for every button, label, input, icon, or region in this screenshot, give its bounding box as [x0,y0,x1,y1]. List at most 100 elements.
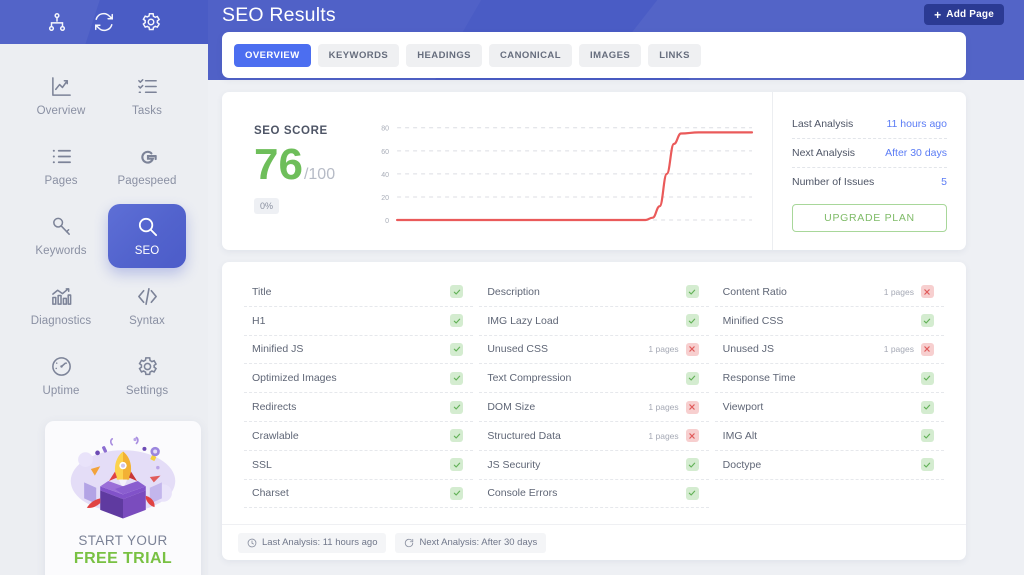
check-label: Crawlable [252,429,299,442]
sidebar-item-label: Syntax [129,315,165,327]
checklist-icon [136,75,159,98]
check-label: Text Compression [487,372,572,385]
sitemap-icon[interactable] [46,11,68,33]
check-row[interactable]: DOM Size 1 pages [479,393,709,422]
gear-icon [136,355,159,378]
check-label: SSL [252,458,272,471]
refresh-icon[interactable] [93,11,115,33]
check-row[interactable]: Redirects [244,393,474,422]
sidebar-item-keywords[interactable]: Keywords [22,204,100,268]
analysis-value: 11 hours ago [886,118,947,130]
gear-icon[interactable] [140,11,162,33]
clock-icon [247,538,257,548]
svg-text:80: 80 [381,126,389,133]
check-row[interactable]: Optimized Images [244,364,474,394]
sidebar-nav: Overview Tasks Pages Pagespeed Keywords … [0,44,208,408]
check-row[interactable]: Text Compression [479,364,709,394]
check-pass-icon [685,458,699,472]
check-row[interactable]: Minified CSS [714,307,944,336]
check-row[interactable]: IMG Alt [714,422,944,451]
check-row[interactable]: Unused JS 1 pages [714,336,944,365]
sidebar-item-settings[interactable]: Settings [108,344,186,408]
seo-score-chart: 0 20 40 60 80 [357,92,772,250]
trial-line-2: FREE TRIAL [73,550,173,567]
free-trial-promo-card[interactable]: START YOUR FREE TRIAL [45,421,201,575]
check-label: Title [252,285,272,298]
app-root: Overview Tasks Pages Pagespeed Keywords … [0,0,1024,575]
key-icon [50,215,73,238]
checks-column-3: Content Ratio 1 pages Minified CSS Unused J… [714,278,944,520]
check-label: Optimized Images [252,372,337,385]
google-g-icon [136,145,159,168]
check-row[interactable]: Console Errors [479,480,709,509]
check-label: Minified CSS [722,314,784,327]
check-label: IMG Lazy Load [487,314,559,327]
check-pages-count: 1 pages [648,344,679,355]
sidebar-item-pages[interactable]: Pages [22,134,100,198]
check-row[interactable]: Crawlable [244,422,474,451]
check-row[interactable]: Response Time [714,364,944,394]
score-block: SEO SCORE 76 /100 0% [222,92,357,250]
check-pass-icon [450,285,464,299]
check-fail-icon [685,342,699,356]
check-row[interactable]: Charset [244,480,474,509]
svg-text:0: 0 [385,218,389,224]
check-label: JS Security [487,458,541,471]
sidebar-item-pagespeed[interactable]: Pagespeed [108,134,186,198]
sidebar-top-bar [0,0,208,44]
sidebar-item-diagnostics[interactable]: Diagnostics [22,274,100,338]
check-pass-icon [685,314,699,328]
check-row[interactable]: JS Security [479,451,709,480]
sidebar-item-overview[interactable]: Overview [22,64,100,128]
add-page-button[interactable]: + Add Page [924,4,1004,25]
upgrade-plan-button[interactable]: UPGRADE PLAN [792,204,947,232]
tab-links[interactable]: LINKS [648,43,701,67]
check-pages-count: 1 pages [883,344,914,355]
check-row[interactable]: Content Ratio 1 pages [714,278,944,307]
check-pass-icon [450,486,464,500]
check-pages-count: 1 pages [883,286,914,297]
sidebar-item-syntax[interactable]: Syntax [108,274,186,338]
check-row[interactable]: Title [244,278,474,307]
svg-text:20: 20 [381,195,389,202]
check-row[interactable]: Viewport [714,393,944,422]
check-row[interactable]: Unused CSS 1 pages [479,336,709,365]
check-pass-icon [685,285,699,299]
footer-chip-next-analysis: Next Analysis: After 30 days [395,532,547,553]
check-pass-icon [450,458,464,472]
sidebar-item-seo[interactable]: SEO [108,204,186,268]
check-label: Structured Data [487,429,561,442]
check-pass-icon [920,371,934,385]
check-row[interactable]: H1 [244,307,474,336]
check-pages-count: 1 pages [648,430,679,441]
tab-keywords[interactable]: KEYWORDS [317,43,400,67]
rocket-box-illustration [56,427,190,531]
sidebar: Overview Tasks Pages Pagespeed Keywords … [0,0,208,575]
sidebar-item-label: Settings [125,385,169,397]
check-row[interactable]: IMG Lazy Load [479,307,709,336]
check-row[interactable]: Doctype [714,451,944,480]
check-label: Charset [252,487,289,500]
check-label: DOM Size [487,401,536,414]
score-and-chart: SEO SCORE 76 /100 0% 0 20 40 60 80 [222,92,772,250]
tab-headings[interactable]: HEADINGS [406,43,482,67]
bar-chart-icon [50,285,73,308]
seo-checks-grid: Title H1 Minified JS Optimized Images Redire… [222,262,966,524]
check-label: Viewport [722,401,764,414]
sidebar-item-label: Pagespeed [117,175,177,187]
check-fail-icon [920,285,934,299]
check-pass-icon [450,342,464,356]
tab-overview[interactable]: OVERVIEW [234,43,311,67]
check-row[interactable]: Description [479,278,709,307]
check-row[interactable]: Structured Data 1 pages [479,422,709,451]
check-pages-count: 1 pages [648,402,679,413]
checks-column-1: Title H1 Minified JS Optimized Images Redire… [244,278,474,520]
check-row[interactable]: SSL [244,451,474,480]
sidebar-item-uptime[interactable]: Uptime [22,344,100,408]
check-label: IMG Alt [722,429,758,442]
code-icon [136,285,159,308]
tab-canonical[interactable]: CANONICAL [488,43,572,67]
sidebar-item-tasks[interactable]: Tasks [108,64,186,128]
tab-images[interactable]: IMAGES [579,43,642,67]
check-row[interactable]: Minified JS [244,336,474,365]
